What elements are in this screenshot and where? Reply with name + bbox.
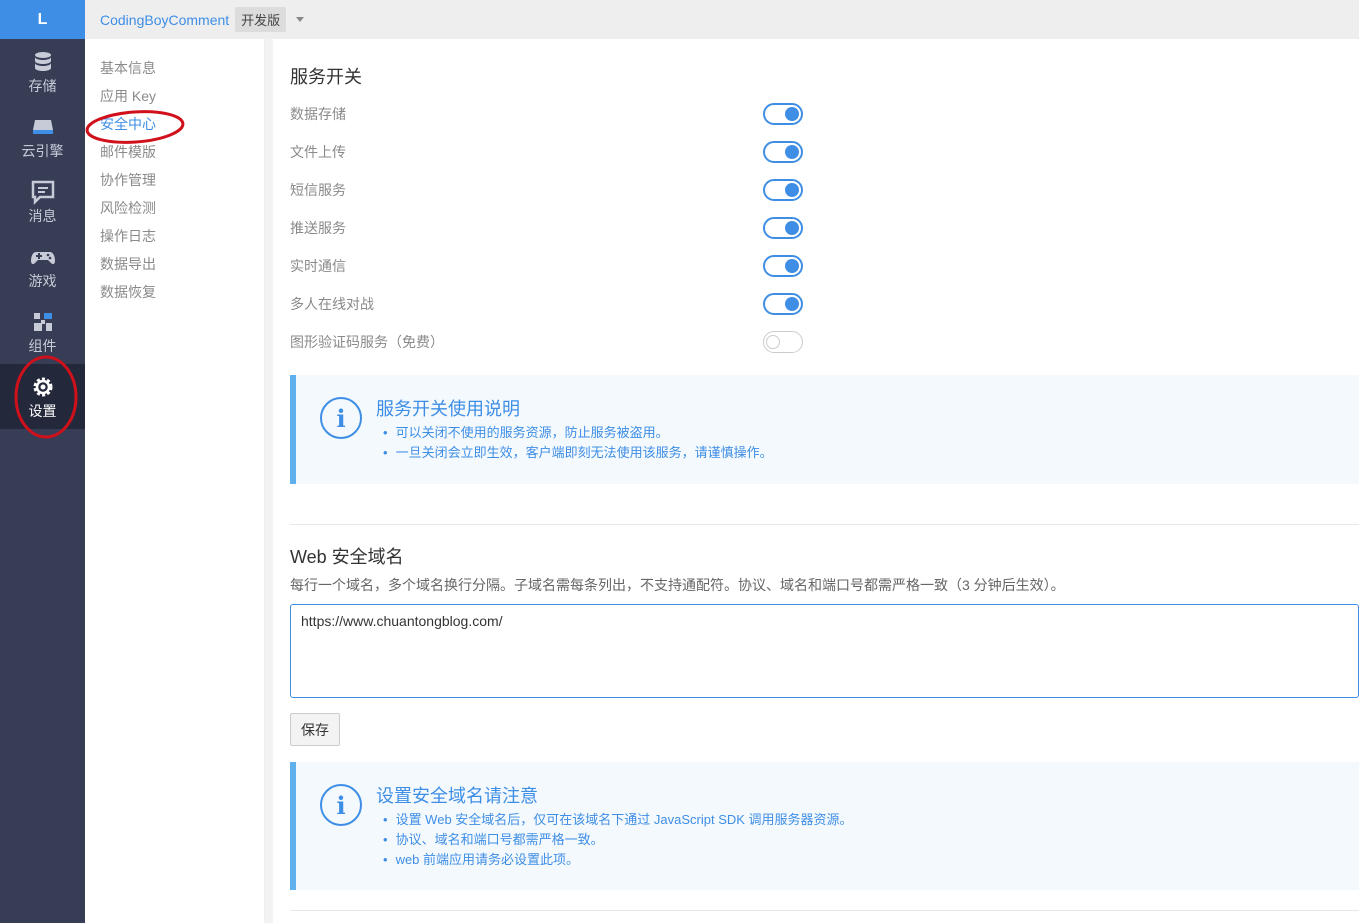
switch-label: 数据存储 — [290, 106, 346, 122]
section-divider — [290, 524, 1359, 525]
push-toggle[interactable] — [763, 217, 803, 239]
switch-row-multiplayer: 多人在线对战 — [290, 285, 810, 323]
app-name-link[interactable]: CodingBoyComment — [100, 12, 229, 28]
switch-row-captcha: 图形验证码服务（免费） — [290, 323, 810, 361]
services-title: 服务开关 — [290, 67, 362, 87]
subnav-item-operation-log[interactable]: 操作日志 — [85, 222, 264, 250]
sidebar-item-components[interactable]: 组件 — [0, 299, 85, 364]
switch-row-data-storage: 数据存储 — [290, 95, 810, 133]
sidebar-item-settings[interactable]: 设置 — [0, 364, 85, 429]
sidebar-item-label: 消息 — [28, 207, 57, 224]
switch-label: 文件上传 — [290, 144, 346, 160]
switch-row-realtime: 实时通信 — [290, 247, 810, 285]
list-item: 设置 Web 安全域名后，仅可在该域名下通过 JavaScript SDK 调用… — [383, 810, 853, 830]
sidebar-item-game[interactable]: 游戏 — [0, 234, 85, 299]
subnav-item-basic-info[interactable]: 基本信息 — [85, 54, 264, 82]
switch-label: 推送服务 — [290, 220, 346, 236]
services-notice-box: i 服务开关使用说明 可以关闭不使用的服务资源，防止服务被盗用。 一旦关闭会立即… — [290, 375, 1359, 484]
realtime-toggle[interactable] — [763, 255, 803, 277]
environment-badge: 开发版 — [235, 7, 287, 32]
switch-row-sms: 短信服务 — [290, 171, 810, 209]
save-button[interactable]: 保存 — [290, 713, 340, 746]
list-item: 协议、域名和端口号都需严格一致。 — [383, 830, 853, 850]
main-sidebar: L 存储 云引擎 消息 游戏 组件 设置 — [0, 0, 85, 923]
subnav-item-data-restore[interactable]: 数据恢复 — [85, 278, 264, 306]
app-logo[interactable]: L — [0, 0, 85, 39]
components-icon — [33, 312, 52, 331]
sidebar-item-message[interactable]: 消息 — [0, 169, 85, 234]
chevron-down-icon[interactable] — [296, 17, 305, 22]
domain-notice-title: 设置安全域名请注意 — [376, 786, 538, 806]
sidebar-item-label: 云引擎 — [21, 142, 64, 159]
subnav-item-risk-detection[interactable]: 风险检测 — [85, 194, 264, 222]
subnav-item-app-key[interactable]: 应用 Key — [85, 82, 264, 110]
gamepad-icon — [30, 251, 55, 264]
domain-notice-box: i 设置安全域名请注意 设置 Web 安全域名后，仅可在该域名下通过 JavaS… — [290, 762, 1359, 890]
database-icon — [34, 51, 51, 71]
sidebar-item-label: 组件 — [28, 337, 57, 354]
services-notice-title: 服务开关使用说明 — [376, 399, 520, 419]
section-divider — [290, 910, 1359, 911]
subnav-item-email-templates[interactable]: 邮件模版 — [85, 138, 264, 166]
domain-notice-list: 设置 Web 安全域名后，仅可在该域名下通过 JavaScript SDK 调用… — [383, 810, 853, 870]
subnav-item-security-center[interactable]: 安全中心 — [85, 110, 264, 138]
switch-row-file-upload: 文件上传 — [290, 133, 810, 171]
info-icon: i — [320, 784, 362, 826]
list-item: 一旦关闭会立即生效，客户端即刻无法使用该服务，请谨慎操作。 — [383, 443, 773, 463]
switch-label: 图形验证码服务（免费） — [290, 334, 444, 350]
cloud-engine-icon — [32, 119, 53, 134]
settings-subnav: 基本信息 应用 Key 安全中心 邮件模版 协作管理 风险检测 操作日志 数据导… — [85, 39, 265, 923]
list-item: web 前端应用请务必设置此项。 — [383, 850, 853, 870]
main-content: 服务开关 数据存储 文件上传 短信服务 推送服务 实时通信 多人在线对战 图形验… — [290, 39, 1359, 923]
sidebar-item-storage[interactable]: 存储 — [0, 39, 85, 104]
subnav-item-data-export[interactable]: 数据导出 — [85, 250, 264, 278]
message-icon — [31, 180, 54, 205]
info-icon: i — [320, 397, 362, 439]
gutter-divider — [265, 39, 273, 923]
web-domain-textarea[interactable]: https://www.chuantongblog.com/ — [290, 604, 1359, 698]
sidebar-item-label: 存储 — [28, 77, 57, 94]
switch-label: 实时通信 — [290, 258, 346, 274]
switch-label: 多人在线对战 — [290, 296, 374, 312]
gear-icon — [33, 377, 52, 396]
services-notice-list: 可以关闭不使用的服务资源，防止服务被盗用。 一旦关闭会立即生效，客户端即刻无法使… — [383, 423, 773, 463]
file-upload-toggle[interactable] — [763, 141, 803, 163]
data-storage-toggle[interactable] — [763, 103, 803, 125]
captcha-toggle[interactable] — [763, 331, 803, 353]
web-domain-title: Web 安全域名 — [290, 547, 404, 567]
switch-label: 短信服务 — [290, 182, 346, 198]
multiplayer-toggle[interactable] — [763, 293, 803, 315]
sms-toggle[interactable] — [763, 179, 803, 201]
top-bar: CodingBoyComment 开发版 — [85, 0, 1359, 39]
sidebar-item-label: 游戏 — [28, 272, 57, 289]
switch-row-push: 推送服务 — [290, 209, 810, 247]
list-item: 可以关闭不使用的服务资源，防止服务被盗用。 — [383, 423, 773, 443]
web-domain-description: 每行一个域名，多个域名换行分隔。子域名需每条列出，不支持通配符。协议、域名和端口… — [290, 577, 1065, 593]
subnav-item-collaboration[interactable]: 协作管理 — [85, 166, 264, 194]
sidebar-item-label: 设置 — [28, 402, 57, 419]
sidebar-item-cloud-engine[interactable]: 云引擎 — [0, 104, 85, 169]
